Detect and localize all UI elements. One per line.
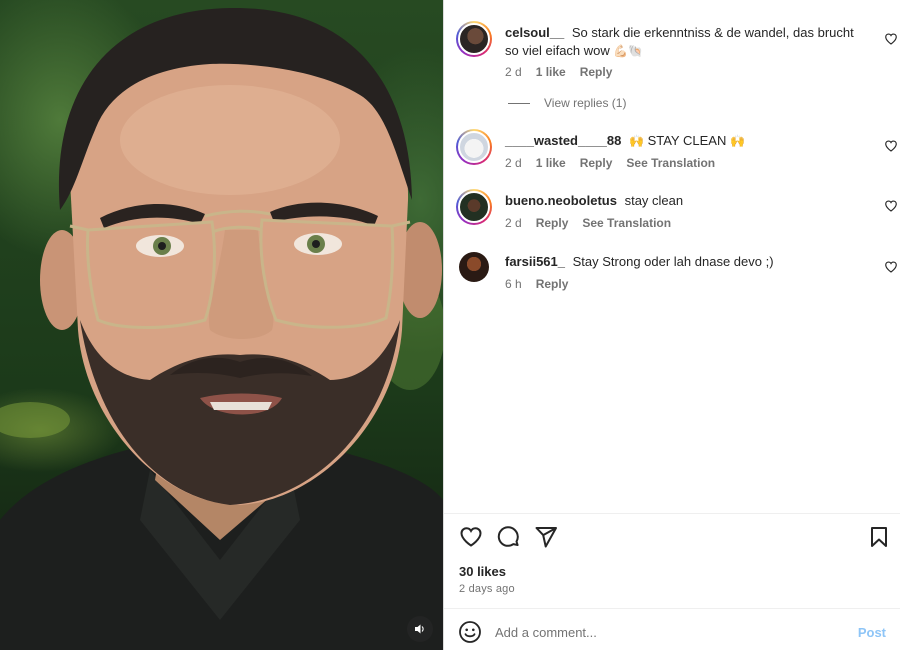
comment-text: ____wasted____88 🙌 STAY CLEAN 🙌	[505, 132, 865, 150]
comments-panel: celsoul__ So stark die erkenntniss & de …	[444, 0, 900, 650]
avatar[interactable]	[456, 189, 492, 225]
save-button[interactable]	[866, 524, 892, 550]
portrait-image	[0, 7, 443, 650]
comment-time[interactable]: 6 h	[505, 277, 522, 291]
reply-button[interactable]: Reply	[580, 65, 613, 79]
comment-text: bueno.neoboletus stay clean	[505, 192, 865, 210]
comment-emoji: 🙌	[729, 134, 745, 148]
comment-item: farsii561_ Stay Strong oder lah dnase de…	[456, 250, 898, 291]
reply-button[interactable]: Reply	[536, 216, 569, 230]
emoji-icon[interactable]	[458, 620, 482, 644]
comment-emoji: 🙌	[629, 134, 644, 148]
comment-button[interactable]	[495, 524, 521, 550]
paper-plane-icon	[535, 527, 557, 548]
comment-username[interactable]: bueno.neoboletus	[505, 193, 617, 208]
comment-time[interactable]: 2 d	[505, 156, 522, 170]
see-translation-button[interactable]: See Translation	[626, 156, 715, 170]
replies-line	[508, 102, 530, 104]
comment-meta: 2 d 1 like Reply See Translation	[505, 156, 715, 170]
like-comment-heart-icon[interactable]	[884, 260, 898, 274]
post-time[interactable]: 2 days ago	[459, 583, 515, 595]
avatar[interactable]	[456, 21, 492, 57]
comment-content: Stay Strong oder lah dnase devo ;)	[572, 254, 774, 269]
comment-username[interactable]: ____wasted____88	[505, 133, 621, 148]
comment-likes[interactable]: 1 like	[536, 156, 566, 170]
comment-likes[interactable]: 1 like	[536, 65, 566, 79]
share-button[interactable]	[533, 524, 559, 550]
like-comment-heart-icon[interactable]	[884, 139, 898, 153]
add-comment-bar: Post	[444, 608, 900, 650]
view-replies-button[interactable]: View replies (1)	[508, 96, 626, 110]
comment-meta: 2 d Reply See Translation	[505, 216, 671, 230]
comment-content: stay clean	[624, 193, 684, 208]
likes-count[interactable]: 30 likes	[459, 564, 506, 579]
post-actions	[458, 524, 888, 550]
avatar[interactable]	[456, 129, 492, 165]
comment-input[interactable]	[495, 621, 835, 643]
see-translation-button[interactable]: See Translation	[582, 216, 671, 230]
view-replies-label: View replies (1)	[544, 96, 627, 110]
reply-button[interactable]: Reply	[536, 277, 569, 291]
like-comment-heart-icon[interactable]	[884, 199, 898, 213]
comment-content: STAY CLEAN	[647, 133, 727, 148]
comment-time[interactable]: 2 d	[505, 65, 522, 79]
avatar[interactable]	[459, 252, 489, 282]
comment-text: farsii561_ Stay Strong oder lah dnase de…	[505, 253, 865, 271]
speaker-icon	[415, 624, 424, 634]
like-button[interactable]	[458, 524, 484, 550]
comment-item: celsoul__ So stark die erkenntniss & de …	[456, 21, 898, 91]
bookmark-icon	[871, 527, 887, 547]
comment-bubble-icon	[497, 526, 519, 547]
like-comment-heart-icon[interactable]	[884, 32, 898, 46]
comment-username[interactable]: celsoul__	[505, 25, 564, 40]
post-media[interactable]	[0, 0, 443, 650]
comment-meta: 6 h Reply	[505, 277, 568, 291]
comment-username[interactable]: farsii561_	[505, 254, 565, 269]
reply-button[interactable]: Reply	[580, 156, 613, 170]
comment-item: ____wasted____88 🙌 STAY CLEAN 🙌 2 d 1 li…	[456, 129, 898, 170]
comment-text: celsoul__ So stark die erkenntniss & de …	[505, 24, 865, 60]
mute-button[interactable]	[407, 616, 433, 642]
comment-meta: 2 d 1 like Reply	[505, 65, 612, 79]
post-comment-button[interactable]: Post	[858, 625, 886, 640]
actions-divider	[444, 513, 900, 514]
comment-emoji: 💪🏻🐚	[613, 44, 644, 58]
comment-item: bueno.neoboletus stay clean 2 d Reply Se…	[456, 189, 898, 230]
heart-icon	[460, 527, 482, 547]
comment-time[interactable]: 2 d	[505, 216, 522, 230]
